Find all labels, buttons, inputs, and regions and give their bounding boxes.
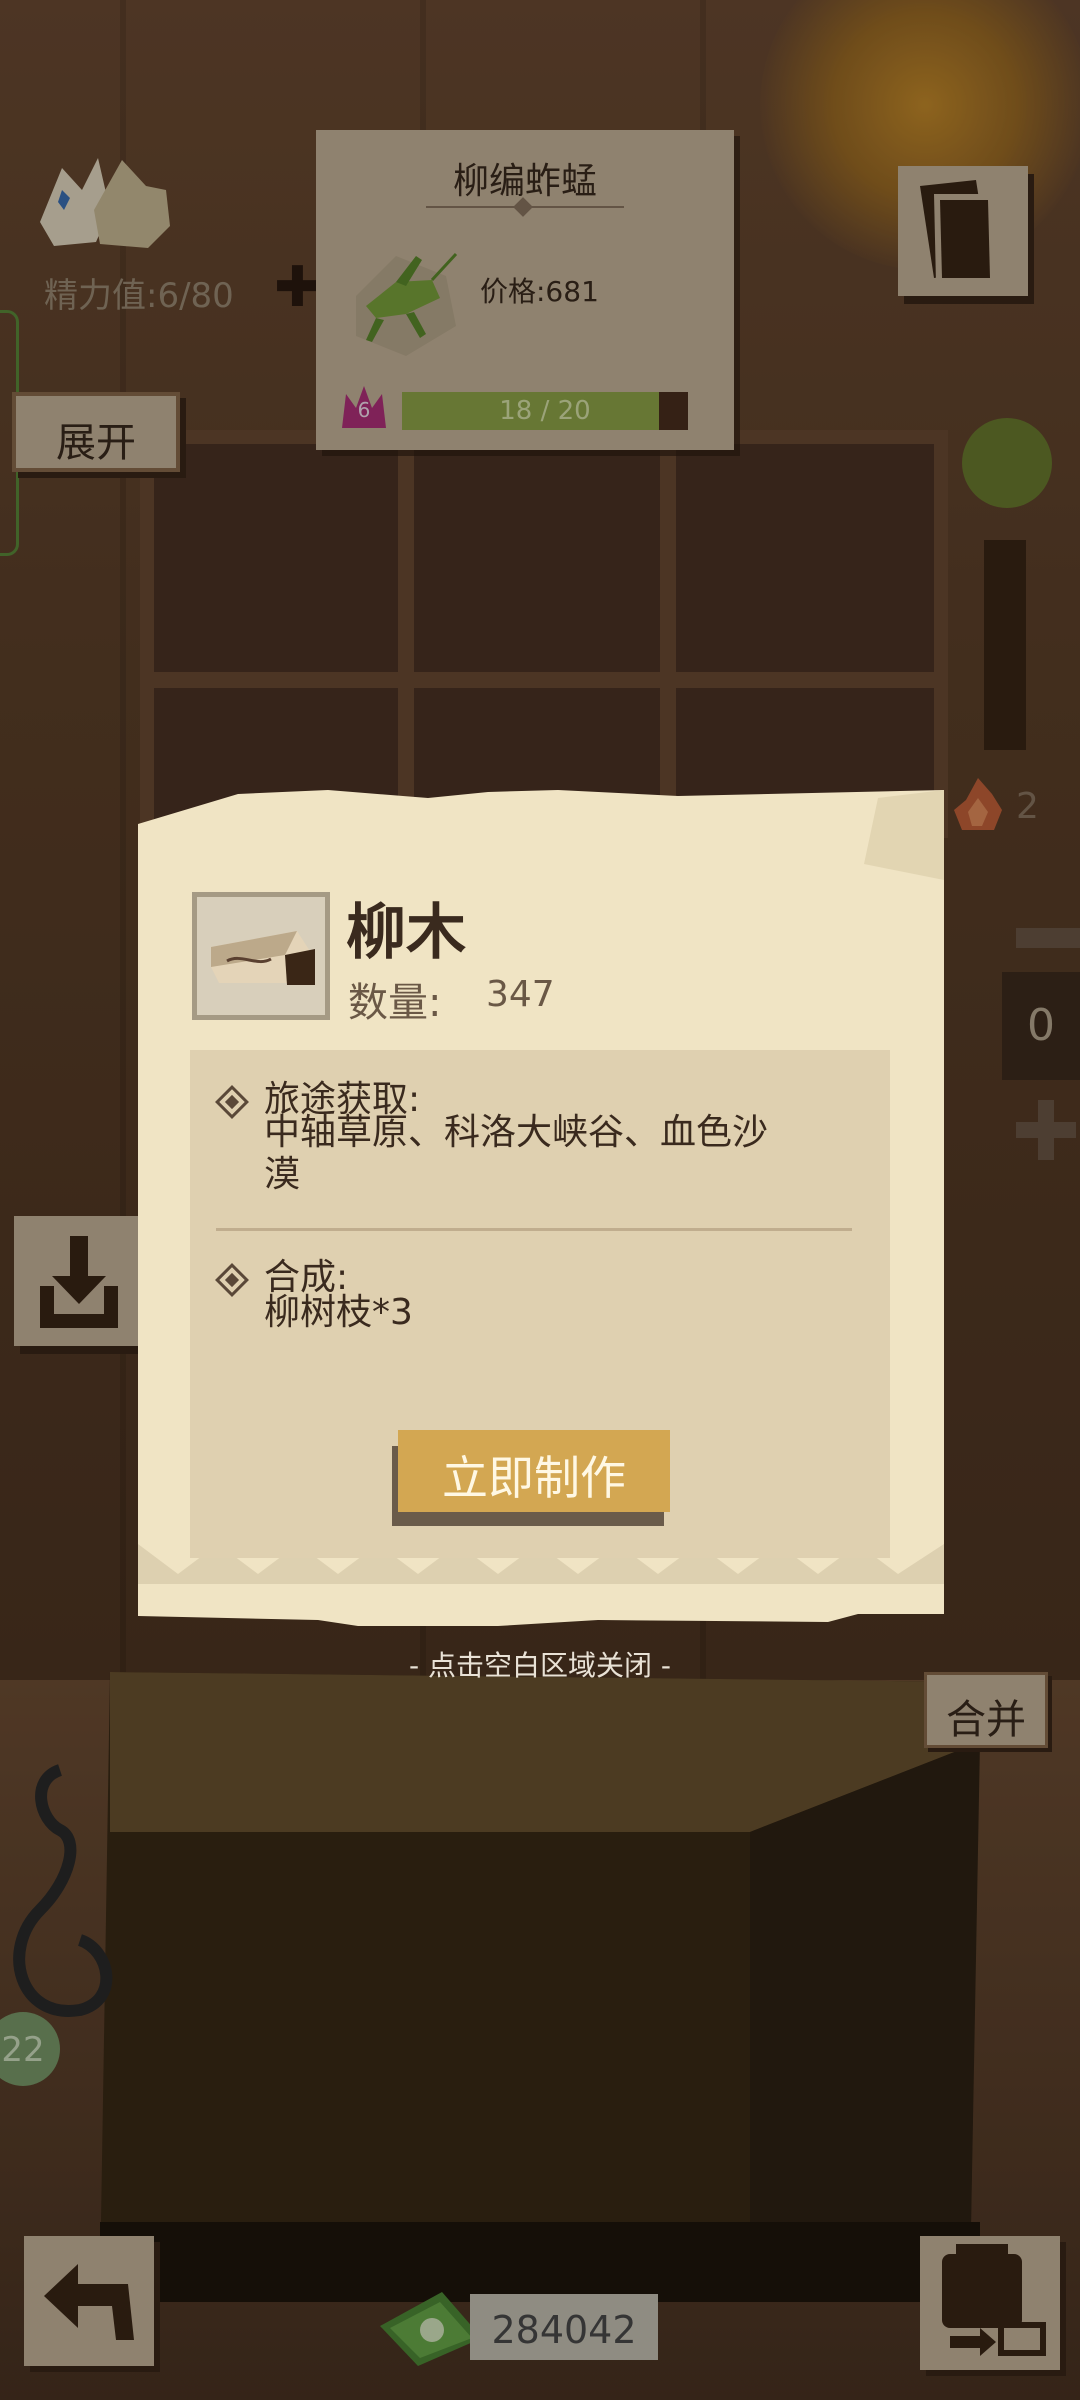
item-thumbnail <box>192 892 330 1020</box>
make-now-button[interactable]: 立即制作 <box>392 1430 672 1528</box>
quantity-value: 347 <box>486 974 555 1015</box>
section-divider <box>216 1228 852 1231</box>
source-line-1: 中轴草原、科洛大峡谷、血色沙 <box>264 1112 769 1153</box>
diamond-bullet-icon <box>215 1263 249 1297</box>
close-hint: - 点击空白区域关闭 - <box>408 1649 671 1682</box>
item-name: 柳木 <box>346 898 466 968</box>
item-detail-modal: 柳木 数量: 347 旅途获取: 中轴草原、科洛大峡谷、血色沙 漠 合成: 柳树… <box>138 784 944 1626</box>
make-button-face: 立即制作 <box>398 1430 670 1512</box>
wood-plank-icon <box>211 931 315 985</box>
make-button-label: 立即制作 <box>442 1451 626 1505</box>
diamond-bullet-icon <box>215 1085 249 1119</box>
craft-recipe: 柳树枝*3 <box>264 1292 413 1333</box>
quantity-label: 数量: <box>348 980 442 1026</box>
source-line-2: 漠 <box>264 1154 301 1195</box>
